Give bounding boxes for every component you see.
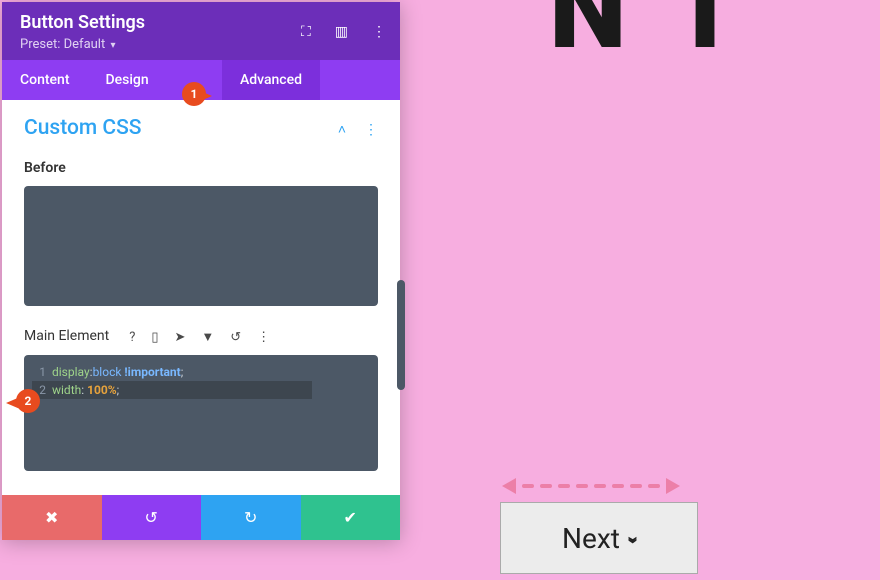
section-more-icon[interactable]: ⋮ (364, 122, 378, 138)
tab-design[interactable]: Design (88, 60, 167, 100)
help-icon[interactable]: ? (129, 330, 135, 345)
expand-icon[interactable]: ⛶ (301, 24, 311, 40)
cancel-button[interactable]: ✖ (2, 495, 102, 540)
width-indicator (502, 478, 680, 494)
tab-advanced[interactable]: Advanced (222, 60, 320, 100)
chevron-down-icon: ›› (622, 536, 646, 540)
scrollbar[interactable] (397, 280, 405, 390)
caret-down-icon: ▾ (110, 40, 115, 51)
pin-icon[interactable]: ▼ (201, 330, 214, 345)
before-css-input[interactable] (24, 186, 378, 306)
field-more-icon[interactable]: ⋮ (257, 330, 270, 345)
save-button[interactable]: ✔ (301, 495, 401, 540)
panel-footer: ✖ ↺ ↻ ✔ (2, 495, 400, 540)
mobile-icon[interactable]: ▯ (151, 330, 158, 345)
reset-icon[interactable]: ↺ (230, 330, 241, 345)
section-header[interactable]: Custom CSS ˄ ⋮ (24, 116, 378, 140)
panel-header: Button Settings Preset: Default ▾ ⛶ ▥ ⋮ (2, 2, 400, 60)
callout-1: 1 (172, 82, 212, 112)
undo-button[interactable]: ↺ (102, 495, 202, 540)
section-title: Custom CSS (24, 116, 324, 140)
main-element-label: Main Element (24, 328, 109, 344)
next-button[interactable]: Next ›› (500, 502, 698, 574)
next-label: Next (562, 522, 620, 555)
panel-body: Custom CSS ˄ ⋮ Before Main Element ? ▯ ➤… (2, 100, 400, 495)
code-line-1: 1display:block !important; (32, 363, 370, 381)
hover-icon[interactable]: ➤ (175, 330, 186, 345)
before-label: Before (24, 160, 378, 176)
collapse-icon[interactable]: ˄ (338, 122, 346, 138)
main-css-input[interactable]: 1display:block !important; 2width: 100%; (24, 355, 378, 471)
more-icon[interactable]: ⋮ (372, 24, 386, 40)
code-line-2: 2width: 100%; (32, 381, 312, 399)
columns-icon[interactable]: ▥ (335, 24, 348, 40)
arrow-right-icon (666, 478, 680, 494)
preset-label: Preset: (20, 37, 60, 52)
redo-button[interactable]: ↻ (201, 495, 301, 540)
tab-content[interactable]: Content (2, 60, 88, 100)
background-title: N T (549, 0, 750, 74)
callout-2: 2 (6, 389, 46, 419)
arrow-left-icon (502, 478, 516, 494)
preset-value: Default (64, 37, 106, 52)
